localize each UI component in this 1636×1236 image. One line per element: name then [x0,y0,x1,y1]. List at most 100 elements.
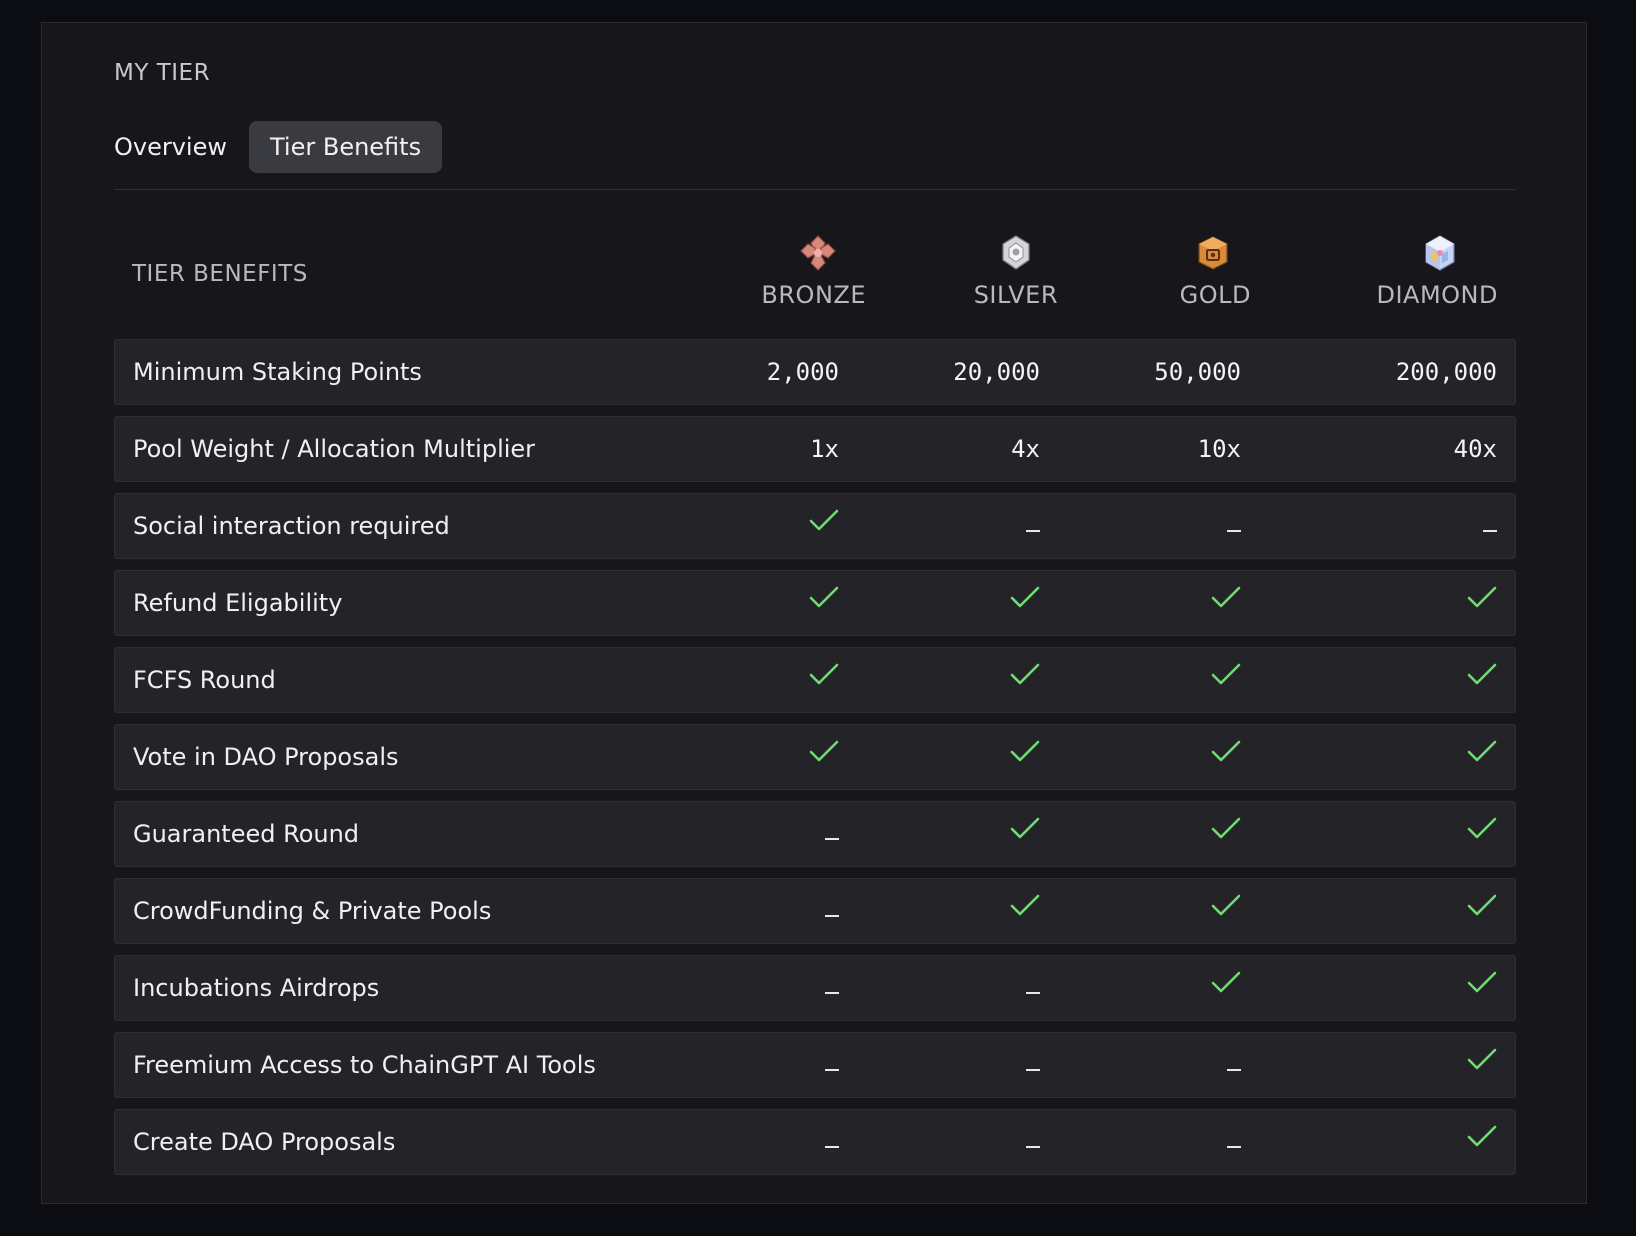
check-icon [1211,879,1241,943]
dash-icon [1227,1033,1241,1097]
dash-mark [825,1146,839,1148]
row-label: Minimum Staking Points [133,358,422,386]
check-icon [809,571,839,635]
dash-icon [1227,1110,1241,1174]
check-icon [1010,879,1040,943]
dash-icon [825,1110,839,1174]
check-icon [1467,725,1497,789]
row-label: Incubations Airdrops [133,974,380,1002]
table-row: Vote in DAO Proposals [114,724,1516,790]
dash-icon [825,879,839,943]
dash-icon [1026,1110,1040,1174]
tier-column-bronze: BRONZE [761,233,866,309]
dash-mark [825,838,839,840]
row-label: Guaranteed Round [133,820,360,848]
check-icon [809,494,839,558]
table-header-label: TIER BENEFITS [132,261,308,287]
tier-column-gold: GOLD [1180,233,1251,309]
row-label: CrowdFunding & Private Pools [133,897,492,925]
check-icon [1211,802,1241,866]
dash-icon [1483,494,1497,558]
cell-value-diamond: 200,000 [1395,358,1497,386]
tab-bar: Overview Tier Benefits [114,121,443,173]
section-title: MY TIER [114,60,211,86]
check-icon [1211,571,1241,635]
cell-value-silver: 20,000 [953,358,1040,386]
cell-value-diamond: 40x [1453,435,1497,463]
cell-value-silver: 4x [1011,435,1040,463]
dash-icon [1026,494,1040,558]
dash-mark [825,1069,839,1071]
dash-mark [1227,1069,1241,1071]
dash-mark [1026,1146,1040,1148]
check-icon [1211,648,1241,712]
dash-icon [1227,494,1241,558]
table-row: Social interaction required [114,493,1516,559]
row-label: FCFS Round [133,666,276,694]
dash-mark [1026,530,1040,532]
check-icon [1467,956,1497,1020]
check-icon [1467,1033,1497,1097]
check-icon [1467,879,1497,943]
dash-mark [1026,1069,1040,1071]
tier-name-diamond: DIAMOND [1376,281,1498,309]
check-icon [1010,571,1040,635]
benefits-table-body: Minimum Staking Points 2,000 20,000 50,000 2… [114,339,1516,1186]
tier-panel: MY TIER Overview Tier Benefits TIER BENE… [41,22,1587,1204]
dash-icon [1026,1033,1040,1097]
tab-divider [114,189,1516,190]
table-row: Guaranteed Round [114,801,1516,867]
dash-mark [1227,530,1241,532]
check-icon [809,648,839,712]
check-icon [1467,648,1497,712]
table-row: FCFS Round [114,647,1516,713]
table-row: Incubations Airdrops [114,955,1516,1021]
tab-overview[interactable]: Overview [114,121,227,173]
cell-value-bronze: 1x [810,435,839,463]
tier-name-silver: SILVER [973,281,1058,309]
check-icon [1467,571,1497,635]
row-label: Social interaction required [133,512,450,540]
check-icon [1467,1110,1497,1174]
tier-name-bronze: BRONZE [761,281,866,309]
cell-value-bronze: 2,000 [766,358,839,386]
bronze-tier-icon [800,235,836,271]
table-row: Pool Weight / Allocation Multiplier 1x 4x 1… [114,416,1516,482]
table-row: Minimum Staking Points 2,000 20,000 50,000 2… [114,339,1516,405]
table-header: TIER BENEFITS BRONZE SILVER GOLD DIAMOND [114,221,1516,325]
table-row: Freemium Access to ChainGPT AI Tools [114,1032,1516,1098]
dash-mark [1026,992,1040,994]
row-label: Vote in DAO Proposals [133,743,399,771]
gold-tier-icon [1198,236,1228,270]
dash-mark [825,915,839,917]
tier-name-gold: GOLD [1179,281,1251,309]
dash-mark [825,992,839,994]
cell-value-gold: 50,000 [1154,358,1241,386]
dash-mark [1227,1146,1241,1148]
dash-icon [825,956,839,1020]
diamond-tier-icon [1425,235,1455,271]
dash-icon [825,802,839,866]
dash-icon [825,1033,839,1097]
table-row: Refund Eligability [114,570,1516,636]
dash-mark [1483,530,1497,532]
check-icon [1211,956,1241,1020]
tab-tier-benefits[interactable]: Tier Benefits [249,121,443,173]
row-label: Pool Weight / Allocation Multiplier [133,435,536,463]
table-row: CrowdFunding & Private Pools [114,878,1516,944]
dash-icon [1026,956,1040,1020]
check-icon [1010,725,1040,789]
check-icon [809,725,839,789]
cell-value-gold: 10x [1197,435,1241,463]
check-icon [1467,802,1497,866]
row-label: Freemium Access to ChainGPT AI Tools [133,1051,596,1079]
check-icon [1211,725,1241,789]
row-label: Refund Eligability [133,589,343,617]
silver-tier-icon [1002,235,1030,270]
tier-column-silver: SILVER [974,233,1058,309]
tier-column-diamond: DIAMOND [1376,233,1498,309]
check-icon [1010,802,1040,866]
row-label: Create DAO Proposals [133,1128,396,1156]
check-icon [1010,648,1040,712]
table-row: Create DAO Proposals [114,1109,1516,1175]
